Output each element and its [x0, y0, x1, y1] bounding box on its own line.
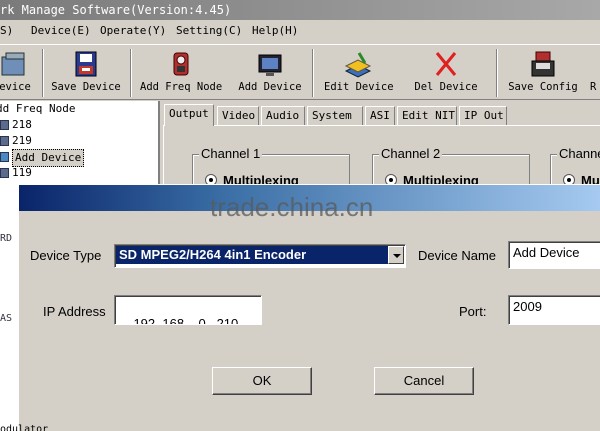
watermark: trade.china.cn	[210, 192, 374, 222]
toolbar-separator	[42, 49, 44, 97]
device-icon	[1, 52, 25, 76]
tab-label: IP Out	[464, 109, 504, 122]
device-name-field[interactable]: Add Device	[508, 241, 600, 269]
device-button-label: evice	[0, 81, 31, 93]
tree-side-mark: RD	[0, 233, 13, 244]
menu-setting[interactable]: Setting(C)	[176, 24, 242, 37]
ip-address-value: 192 .168 . 0 .210	[133, 316, 239, 325]
toolbar-separator	[130, 49, 132, 97]
add-device-button[interactable]: Add Device	[238, 47, 302, 99]
toolbar-separator	[312, 49, 314, 97]
tab-audio[interactable]: Audio	[261, 106, 305, 126]
save-config-label: Save Config	[508, 81, 578, 93]
port-value: 2009	[513, 299, 542, 314]
ip-address-field[interactable]: 192 .168 . 0 .210	[114, 295, 262, 325]
device-type-label: Device Type	[30, 248, 102, 263]
menu-system[interactable]: S)	[0, 24, 13, 37]
chevron-down-icon[interactable]	[388, 246, 404, 264]
channel-3-title: Channe	[557, 146, 600, 161]
tab-bar: Output Video Audio System ASI Edit NIT I…	[164, 104, 600, 126]
ok-button-label: OK	[252, 373, 272, 388]
edit-device-label: Edit Device	[324, 81, 394, 93]
save-config-button[interactable]: Save Config	[506, 47, 580, 99]
tab-video[interactable]: Video	[217, 106, 259, 126]
del-device-label: Del Device	[414, 81, 478, 93]
port-label: Port:	[459, 304, 487, 319]
tree-item-label: 219	[12, 134, 32, 147]
toolbar: evice Save Device Add Freq Node Add Devi…	[0, 44, 600, 100]
tab-ip-out[interactable]: IP Out	[459, 106, 507, 126]
tab-label: Output	[169, 107, 209, 120]
add-freq-node-label: Add Freq Node	[140, 81, 223, 93]
menu-bar: S) Device(E) Operate(Y) Setting(C) Help(…	[0, 22, 600, 42]
tab-edit-nit[interactable]: Edit NIT	[397, 106, 457, 126]
channel-2-title: Channel 2	[379, 146, 443, 161]
save-config-icon	[531, 51, 555, 77]
add-freq-node-button[interactable]: Add Freq Node	[140, 47, 222, 99]
device-icon	[0, 168, 9, 178]
tree-item-label: 218	[12, 118, 32, 131]
blank-icon	[590, 49, 600, 79]
tree-item-label: 119	[12, 166, 32, 179]
device-icon	[0, 120, 9, 130]
menu-operate[interactable]: Operate(Y)	[100, 24, 166, 37]
window-title: rk Manage Software(Version:4.45)	[0, 3, 232, 17]
port-field[interactable]: 2009	[508, 295, 600, 325]
toolbar-separator	[496, 49, 498, 97]
save-device-icon	[75, 51, 97, 77]
ip-address-label: IP Address	[43, 304, 106, 319]
save-device-label: Save Device	[51, 81, 121, 93]
toolbar-r-label: R	[590, 81, 597, 93]
menu-device[interactable]: Device(E)	[31, 24, 91, 37]
tree-item-modulator[interactable]: odulator	[0, 424, 48, 431]
ok-button[interactable]: OK	[212, 367, 312, 395]
tab-asi[interactable]: ASI	[365, 106, 395, 126]
tab-label: System	[312, 109, 352, 122]
device-type-value: SD MPEG2/H264 4in1 Encoder	[116, 246, 404, 264]
cancel-button-label: Cancel	[403, 373, 445, 388]
tab-label: ASI	[370, 109, 390, 122]
tab-label: Edit NIT	[402, 109, 455, 122]
tree-side-mark: AS	[0, 313, 13, 324]
device-button[interactable]: evice	[0, 47, 34, 99]
add-device-label: Add Device	[238, 81, 302, 93]
toolbar-button-r[interactable]: R	[590, 47, 600, 99]
device-name-value: Add Device	[513, 245, 580, 260]
tree-item-label: dd Freq Node	[0, 102, 76, 115]
channel-1-title: Channel 1	[199, 146, 263, 161]
tab-label: Video	[222, 109, 256, 122]
device-name-label: Device Name	[418, 248, 497, 263]
window-titlebar: rk Manage Software(Version:4.45)	[0, 0, 600, 20]
tab-system[interactable]: System	[307, 106, 363, 126]
tab-output[interactable]: Output	[164, 104, 214, 126]
device-type-select[interactable]: SD MPEG2/H264 4in1 Encoder	[114, 244, 406, 268]
save-device-button[interactable]: Save Device	[50, 47, 122, 99]
cancel-button[interactable]: Cancel	[374, 367, 474, 395]
edit-device-button[interactable]: Edit Device	[324, 47, 394, 99]
tree-item-label: odulator	[0, 424, 49, 431]
edit-device-icon	[344, 52, 372, 78]
tab-label: Audio	[266, 109, 300, 122]
device-icon	[0, 152, 9, 162]
delete-icon	[435, 52, 457, 76]
del-device-button[interactable]: Del Device	[414, 47, 478, 99]
device-icon	[0, 136, 9, 146]
add-freq-node-icon	[173, 52, 189, 76]
add-device-icon	[258, 54, 282, 76]
menu-help[interactable]: Help(H)	[252, 24, 298, 37]
